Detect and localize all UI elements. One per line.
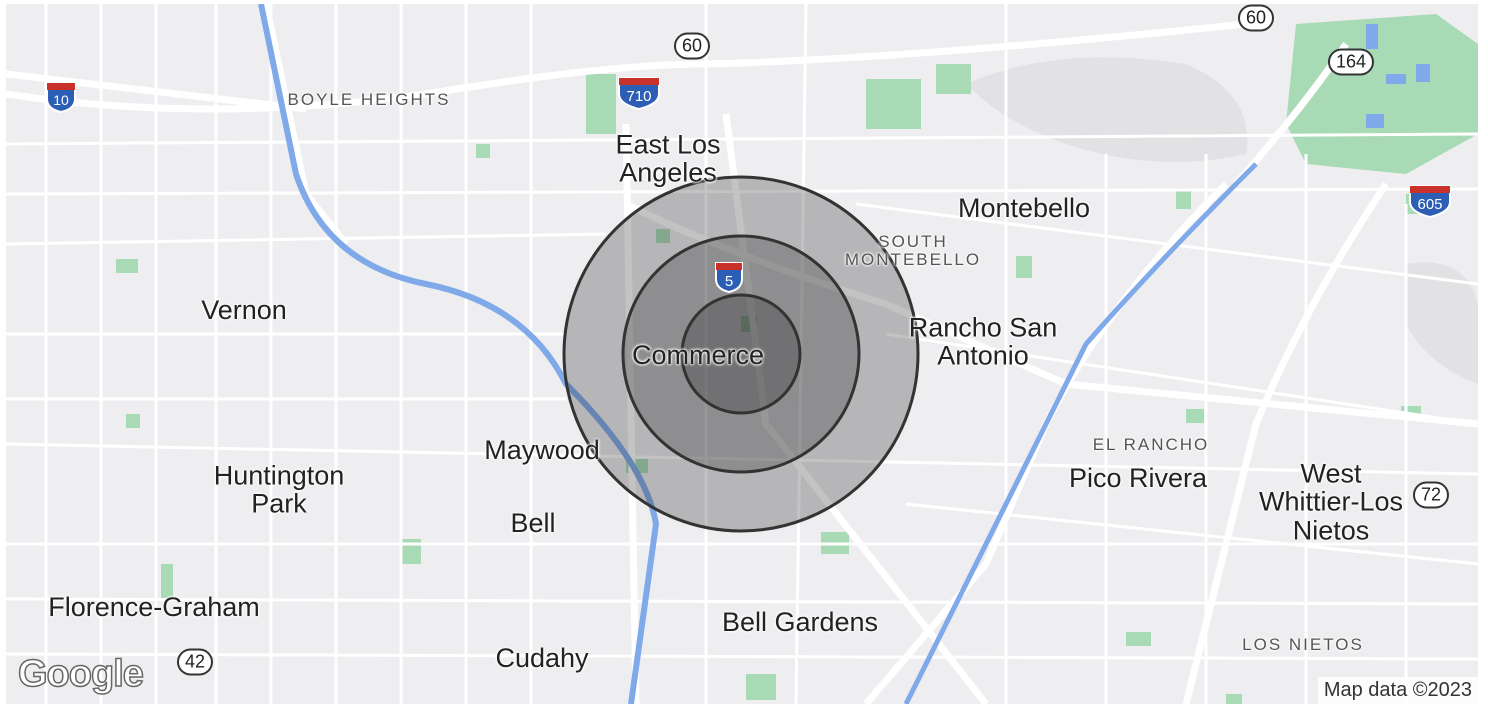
route-42-shield: 42: [176, 648, 214, 676]
route-60-shield: 60: [673, 32, 711, 60]
label-boyle-heights: BOYLE HEIGHTS: [287, 90, 451, 110]
label-vernon: Vernon: [201, 294, 287, 325]
interstate-5-shield: 5: [715, 262, 743, 293]
label-east-los-angeles: East Los Angeles: [615, 129, 721, 188]
interstate-605-shield: 605: [1409, 185, 1451, 218]
label-el-rancho: EL RANCHO: [1092, 435, 1210, 455]
svg-text:605: 605: [1417, 196, 1442, 213]
label-pico-rivera: Pico Rivera: [1068, 462, 1208, 493]
label-huntington-park: Huntington Park: [213, 460, 345, 519]
map-attribution[interactable]: Map data ©2023: [1317, 677, 1478, 704]
svg-text:710: 710: [626, 88, 651, 105]
label-west-whittier-los-nietos: West Whittier-Los Nietos: [1258, 458, 1404, 546]
label-maywood: Maywood: [484, 434, 600, 465]
route-164-shield: 164: [1327, 48, 1375, 76]
route-60-shield: 60: [1237, 4, 1275, 32]
label-los-nietos: LOS NIETOS: [1242, 635, 1364, 655]
label-cudahy: Cudahy: [495, 642, 589, 673]
label-commerce: Commerce: [631, 339, 765, 370]
interstate-710-shield: 710: [618, 77, 660, 110]
label-montebello: Montebello: [957, 192, 1091, 223]
label-bell: Bell: [510, 507, 556, 538]
label-florence-graham: Florence-Graham: [48, 591, 260, 622]
interstate-10-shield: 10: [46, 82, 76, 113]
google-logo[interactable]: Google: [17, 652, 144, 696]
label-south-montebello: SOUTH MONTEBELLO: [844, 232, 982, 269]
label-bell-gardens: Bell Gardens: [721, 606, 879, 637]
map-canvas[interactable]: 10 710 5 605 60 60 164 72 42 BOYLE HEIGH…: [6, 4, 1478, 704]
route-72-shield: 72: [1412, 481, 1450, 509]
svg-text:10: 10: [53, 92, 69, 108]
label-rancho-san-antonio: Rancho San Antonio: [908, 312, 1058, 371]
svg-text:5: 5: [725, 273, 733, 290]
